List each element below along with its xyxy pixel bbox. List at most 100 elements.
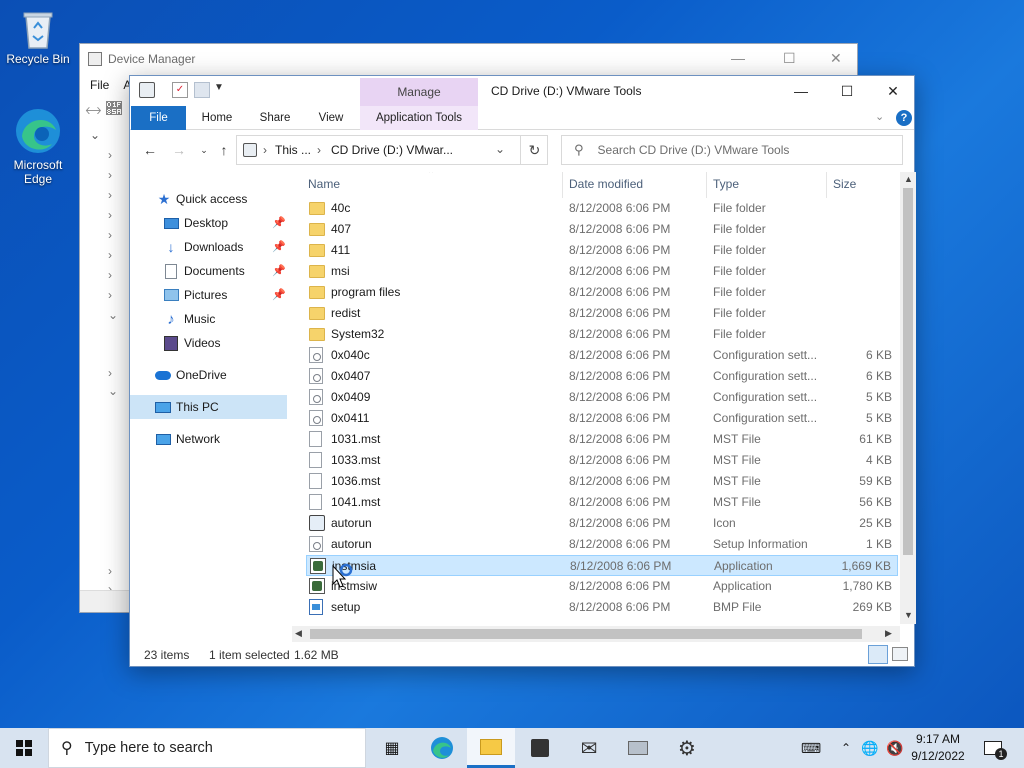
- scroll-down-icon[interactable]: ▼: [904, 610, 913, 620]
- device-manager-taskbar-icon[interactable]: [614, 728, 662, 768]
- tree-expander-icon[interactable]: ›: [108, 288, 112, 302]
- column-header-name[interactable]: Name: [308, 172, 340, 196]
- vertical-scroll-thumb[interactable]: [903, 188, 913, 555]
- tab-file[interactable]: File: [131, 106, 186, 130]
- nav-network[interactable]: Network: [130, 427, 287, 451]
- address-bar[interactable]: › This ... › CD Drive (D:) VMwar... ⌄: [236, 135, 548, 165]
- refresh-button[interactable]: ↻: [520, 135, 548, 165]
- customize-quick-access-icon[interactable]: ▼: [214, 82, 230, 98]
- file-row[interactable]: 1036.mst 8/12/2008 6:06 PM MST File 59 KB: [306, 471, 898, 492]
- back-arrow-icon[interactable]: 🡘: [85, 100, 102, 127]
- new-folder-icon[interactable]: [194, 82, 210, 98]
- tab-share[interactable]: Share: [250, 106, 300, 130]
- nav-desktop[interactable]: Desktop 📌: [130, 211, 287, 235]
- breadcrumb-this-pc[interactable]: This ...: [275, 143, 311, 157]
- scroll-up-icon[interactable]: ▲: [904, 174, 913, 184]
- maximize-icon[interactable]: ☐: [783, 50, 796, 67]
- column-separator[interactable]: [562, 172, 563, 198]
- scroll-left-icon[interactable]: ◀: [295, 628, 302, 639]
- volume-muted-icon[interactable]: 🔇: [884, 728, 906, 768]
- nav-downloads[interactable]: ↓ Downloads 📌: [130, 235, 287, 259]
- tree-expander-icon[interactable]: ›: [108, 148, 112, 162]
- file-row[interactable]: 0x0411 8/12/2008 6:06 PM Configuration set…: [306, 408, 898, 429]
- file-row[interactable]: instmsiw 8/12/2008 6:06 PM Application 1,78…: [306, 576, 898, 597]
- tree-expander-icon[interactable]: ›: [108, 366, 112, 380]
- back-button[interactable]: ←: [140, 141, 160, 159]
- breadcrumb-cd-drive[interactable]: CD Drive (D:) VMwar...: [331, 143, 453, 157]
- help-icon[interactable]: ?: [896, 110, 912, 126]
- column-separator[interactable]: [706, 172, 707, 198]
- tree-expander-icon[interactable]: ›: [108, 268, 112, 282]
- tab-view[interactable]: View: [306, 106, 356, 130]
- tab-home[interactable]: Home: [192, 106, 242, 130]
- minimize-icon[interactable]: —: [731, 50, 745, 66]
- properties-icon[interactable]: ✓: [172, 82, 188, 98]
- tree-expander-icon[interactable]: ⌄: [108, 384, 118, 398]
- keyboard-icon[interactable]: ⌨: [796, 728, 826, 768]
- nav-music[interactable]: ♪ Music: [130, 307, 287, 331]
- nav-onedrive[interactable]: OneDrive: [130, 363, 287, 387]
- tree-expander-icon[interactable]: ›: [108, 248, 112, 262]
- up-button[interactable]: ↑: [214, 141, 234, 159]
- file-row[interactable]: 411 8/12/2008 6:06 PM File folder: [306, 240, 898, 261]
- minimize-button[interactable]: —: [778, 76, 824, 106]
- nav-pictures[interactable]: Pictures 📌: [130, 283, 287, 307]
- nav-videos[interactable]: Videos: [130, 331, 287, 355]
- explorer-titlebar[interactable]: ✓ ▼ Manage CD Drive (D:) VMware Tools — …: [130, 76, 914, 106]
- tree-expander-icon[interactable]: ›: [108, 168, 112, 182]
- file-row[interactable]: setup 8/12/2008 6:06 PM BMP File 269 KB: [306, 597, 898, 618]
- file-row[interactable]: autorun 8/12/2008 6:06 PM Setup Informatio…: [306, 534, 898, 555]
- task-view-button[interactable]: ▦: [370, 728, 414, 768]
- column-header-size[interactable]: Size: [833, 172, 856, 196]
- search-box[interactable]: ⚲ Search CD Drive (D:) VMware Tools: [561, 135, 903, 165]
- tab-application-tools[interactable]: Application Tools: [360, 106, 478, 130]
- clock-date[interactable]: 9/12/2022: [906, 749, 970, 763]
- file-row[interactable]: 0x040c 8/12/2008 6:06 PM Configuration set…: [306, 345, 898, 366]
- column-header-date[interactable]: Date modified: [569, 172, 643, 196]
- column-separator[interactable]: [826, 172, 827, 198]
- menu-file[interactable]: File: [90, 78, 109, 92]
- nav-quick-access[interactable]: ★ Quick access: [130, 187, 287, 211]
- store-taskbar-icon[interactable]: [516, 728, 564, 768]
- file-row[interactable]: 1033.mst 8/12/2008 6:06 PM MST File 4 KB: [306, 450, 898, 471]
- notifications-icon[interactable]: 1: [978, 728, 1008, 768]
- file-explorer-taskbar-icon[interactable]: [467, 728, 515, 768]
- horizontal-scroll-thumb[interactable]: [310, 629, 862, 639]
- expand-ribbon-icon[interactable]: ⌄: [875, 110, 884, 123]
- network-status-icon[interactable]: 🌐: [860, 728, 880, 768]
- file-row[interactable]: 407 8/12/2008 6:06 PM File folder: [306, 219, 898, 240]
- details-view-icon[interactable]: [868, 645, 888, 664]
- device-manager-titlebar[interactable]: Device Manager — ☐ ✕: [80, 44, 857, 74]
- tree-expander-icon[interactable]: ›: [108, 228, 112, 242]
- edge-taskbar-icon[interactable]: [418, 728, 466, 768]
- scroll-right-icon[interactable]: ▶: [885, 628, 892, 639]
- large-icons-view-icon[interactable]: [892, 647, 908, 661]
- taskbar-search-box[interactable]: ⚲ Type here to search: [48, 728, 366, 768]
- nav-documents[interactable]: Documents 📌: [130, 259, 287, 283]
- mail-taskbar-icon[interactable]: ✉: [565, 728, 613, 768]
- tree-expander-icon[interactable]: ⌄: [108, 308, 118, 322]
- file-row[interactable]: 40c 8/12/2008 6:06 PM File folder: [306, 198, 898, 219]
- close-button[interactable]: ✕: [870, 76, 916, 106]
- file-row[interactable]: 0x0407 8/12/2008 6:06 PM Configuration set…: [306, 366, 898, 387]
- maximize-button[interactable]: ☐: [824, 76, 870, 106]
- tree-expander-icon[interactable]: ›: [108, 188, 112, 202]
- settings-taskbar-icon[interactable]: ⚙: [663, 728, 711, 768]
- start-button[interactable]: [0, 728, 48, 768]
- file-row[interactable]: 1031.mst 8/12/2008 6:06 PM MST File 61 KB: [306, 429, 898, 450]
- file-row[interactable]: System32 8/12/2008 6:06 PM File folder: [306, 324, 898, 345]
- clock-time[interactable]: 9:17 AM: [906, 732, 970, 746]
- file-explorer-window[interactable]: ✓ ▼ Manage CD Drive (D:) VMware Tools — …: [129, 75, 916, 667]
- tree-expander-icon[interactable]: ›: [108, 208, 112, 222]
- forward-button[interactable]: →: [169, 141, 189, 159]
- file-row[interactable]: msi 8/12/2008 6:06 PM File folder: [306, 261, 898, 282]
- address-dropdown-icon[interactable]: ⌄: [495, 142, 505, 156]
- tree-expander-icon[interactable]: ⌄: [90, 128, 100, 142]
- close-icon[interactable]: ✕: [830, 50, 842, 67]
- show-hidden-icons-icon[interactable]: ⌃: [836, 728, 856, 768]
- column-header-type[interactable]: Type: [713, 172, 739, 196]
- manage-context-tab[interactable]: Manage: [360, 78, 478, 106]
- file-row[interactable]: instmsia 8/12/2008 6:06 PM Application 1,66…: [306, 555, 898, 576]
- file-row[interactable]: program files 8/12/2008 6:06 PM File folde…: [306, 282, 898, 303]
- forward-arrow-icon[interactable]: 🡚: [106, 100, 122, 119]
